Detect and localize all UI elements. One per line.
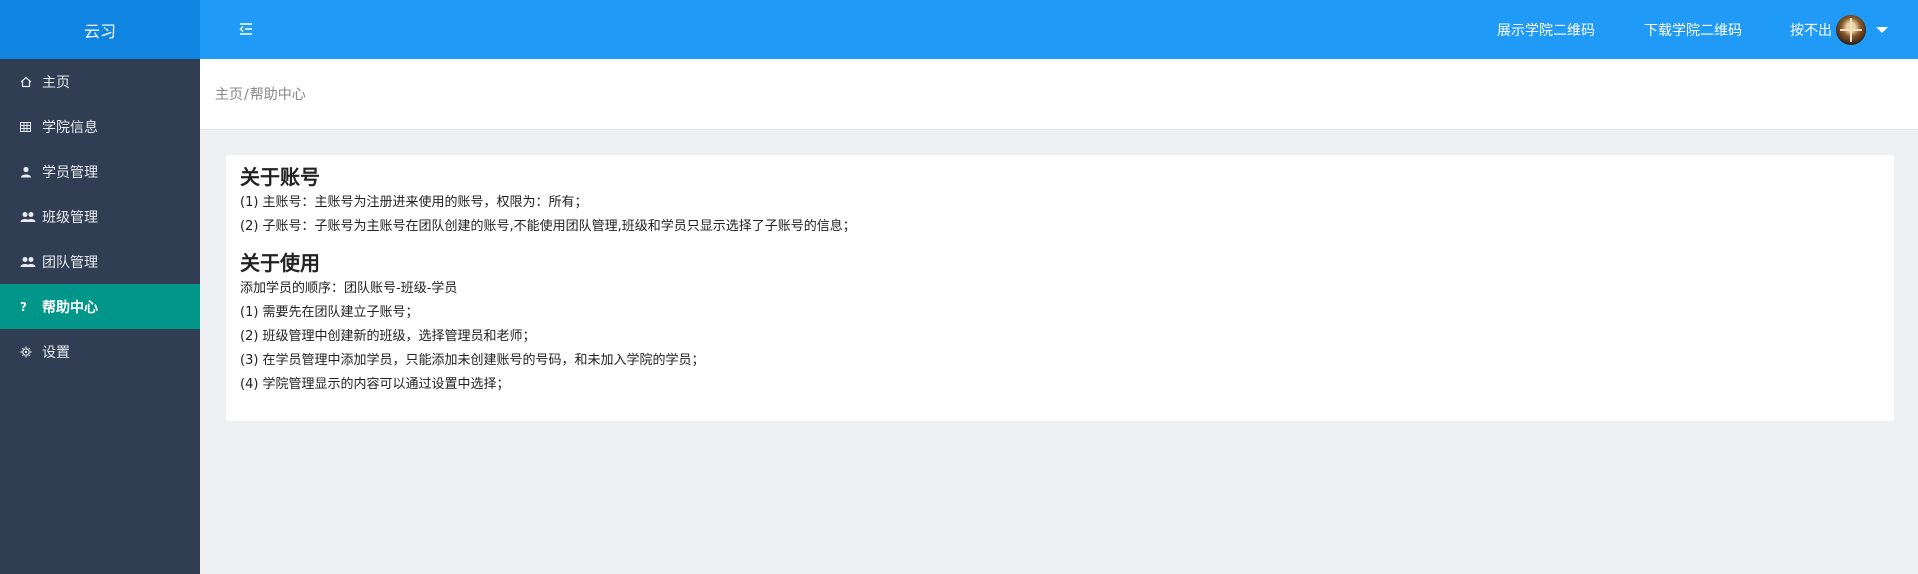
gear-icon [20,346,38,358]
usage-line: 添加学员的顺序：团队账号-班级-学员 [240,281,458,296]
top-navbar: 展示学院二维码 下载学院二维码 按不出 [200,0,1918,59]
sidebar-item-classes[interactable]: 班级管理 [0,194,200,239]
sidebar-item-home[interactable]: 主页 [0,59,200,104]
app-logo[interactable]: 云习 [0,0,200,59]
download-qr-label: 下载学院二维码 [1644,22,1742,39]
sidebar-item-college-info[interactable]: 学院信息 [0,104,200,149]
home-icon [20,76,38,88]
users-icon [20,211,38,223]
sidebar-item-label: 帮助中心 [42,299,98,316]
help-content-card: 关于账号 (1) 主账号：主账号为注册进来使用的账号，权限为：所有； (2) 子… [226,155,1894,421]
account-line: (1) 主账号：主账号为注册进来使用的账号，权限为：所有； [240,195,588,210]
sidebar-item-label: 设置 [42,344,70,361]
usage-section-title: 关于使用 [240,251,320,275]
app-name: 云习 [83,21,116,41]
show-qr-label: 展示学院二维码 [1497,22,1595,39]
users-icon [20,256,38,268]
sidebar-item-label: 学院信息 [42,119,98,136]
question-icon: ? [20,299,27,314]
grid-icon [20,121,38,132]
breadcrumb: 主页/帮助中心 [215,84,306,104]
sidebar: 云习 主页 学院信息 学员管理 班级管理 团队管理 ? 帮助中心 设置 [0,0,200,574]
usage-line: (3) 在学员管理中添加学员，只能添加未创建账号的号码，和未加入学院的学员； [240,353,705,368]
breadcrumb-bar: 主页/帮助中心 [200,59,1918,130]
breadcrumb-separator: / [244,87,249,103]
usage-line: (1) 需要先在团队建立子账号； [240,305,419,320]
sidebar-item-settings[interactable]: 设置 [0,329,200,374]
sidebar-toggle-button[interactable] [238,21,254,37]
usage-line: (2) 班级管理中创建新的班级，选择管理员和老师； [240,329,536,344]
sidebar-item-label: 学员管理 [42,164,98,181]
show-qr-link[interactable]: 展示学院二维码 [1497,0,1595,59]
sidebar-item-label: 团队管理 [42,254,98,271]
account-line: (2) 子账号：子账号为主账号在团队创建的账号,不能使用团队管理,班级和学员只显… [240,219,856,234]
sidebar-menu: 主页 学院信息 学员管理 班级管理 团队管理 ? 帮助中心 设置 [0,59,200,374]
user-icon [20,166,38,178]
sidebar-item-students[interactable]: 学员管理 [0,149,200,194]
sidebar-item-teams[interactable]: 团队管理 [0,239,200,284]
sidebar-item-help-center[interactable]: ? 帮助中心 [0,284,200,329]
username: 按不出 [1790,22,1832,39]
sidebar-item-label: 班级管理 [42,209,98,226]
sidebar-item-label: 主页 [42,74,70,91]
breadcrumb-current: 帮助中心 [249,87,306,103]
caret-down-icon [1876,26,1888,33]
menu-fold-icon [239,23,252,35]
download-qr-link[interactable]: 下载学院二维码 [1644,0,1742,59]
usage-line: (4) 学院管理显示的内容可以通过设置中选择； [240,377,510,392]
breadcrumb-home[interactable]: 主页 [215,87,243,103]
account-section-title: 关于账号 [240,165,320,189]
avatar [1836,14,1866,45]
user-menu[interactable]: 按不出 [1790,0,1888,59]
